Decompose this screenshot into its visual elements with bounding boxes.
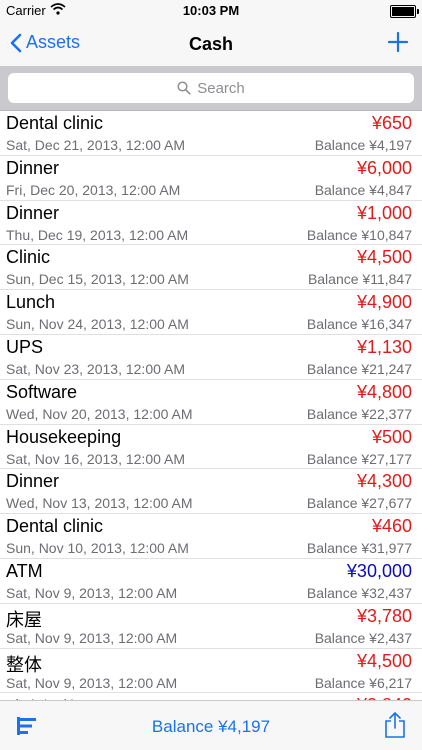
search-input[interactable]: Search	[8, 73, 414, 103]
transaction-row[interactable]: Dental clinic ¥650 Sat, Dec 21, 2013, 12:0…	[0, 111, 422, 156]
page-title: Cash	[188, 34, 233, 54]
transaction-date: Sat, Dec 21, 2013, 12:00 AM	[6, 137, 186, 153]
transaction-amount: ¥4,300	[356, 471, 412, 492]
bottom-toolbar: Balance ¥4,197	[0, 700, 422, 750]
transaction-amount: ¥500	[371, 426, 412, 447]
transaction-balance: Balance ¥22,377	[306, 405, 412, 422]
transaction-name: Clinic	[6, 247, 51, 268]
transaction-balance: Balance ¥6,217	[314, 674, 412, 691]
transaction-date: Wed, Nov 13, 2013, 12:00 AM	[6, 495, 193, 512]
transaction-name: UPS	[6, 336, 44, 357]
transaction-date: Thu, Dec 19, 2013, 12:00 AM	[6, 226, 189, 243]
transaction-name: Software	[6, 381, 78, 402]
transaction-balance: Balance ¥11,847	[307, 271, 412, 288]
transaction-row[interactable]: Dinner ¥6,000 Fri, Dec 20, 2013, 12:00 AM B…	[0, 156, 422, 201]
search-icon	[177, 81, 191, 95]
transaction-balance: Balance ¥16,347	[306, 316, 412, 333]
transaction-list: Dental clinic ¥650 Sat, Dec 21, 2013, 12:0…	[0, 111, 422, 701]
status-time: 10:03 PM	[182, 3, 240, 18]
transaction-balance: Balance ¥27,677	[306, 495, 412, 512]
transaction-name: Dental clinic	[6, 516, 104, 537]
transaction-amount: ¥6,000	[356, 157, 412, 178]
transaction-name: Dinner	[6, 157, 60, 178]
transaction-amount: ¥460	[371, 516, 412, 537]
transaction-name: 床屋	[6, 609, 42, 630]
transaction-name: Dinner	[6, 471, 60, 492]
transaction-balance: Balance ¥32,437	[306, 584, 412, 601]
transaction-date: Fri, Dec 20, 2013, 12:00 AM	[6, 181, 181, 198]
add-button[interactable]	[384, 28, 412, 56]
transaction-amount: ¥4,800	[356, 381, 412, 402]
transaction-row[interactable]: UPS ¥1,130 Sat, Nov 23, 2013, 12:00 AM Bala…	[0, 335, 422, 380]
transaction-row[interactable]: Dinner ¥1,000 Thu, Dec 19, 2013, 12:00 AM B…	[0, 201, 422, 246]
transaction-balance: Balance ¥10,847	[306, 226, 412, 243]
transaction-date: Sat, Nov 23, 2013, 12:00 AM	[6, 360, 186, 377]
transaction-amount: ¥4,500	[356, 247, 412, 268]
transaction-amount: ¥650	[371, 113, 412, 133]
transaction-amount: ¥30,000	[346, 560, 412, 581]
search-placeholder: Search	[197, 79, 245, 97]
transaction-name: Housekeeping	[6, 426, 122, 447]
transaction-date: Sun, Dec 15, 2013, 12:00 AM	[6, 271, 189, 288]
search-bar: Search	[0, 66, 422, 111]
transaction-row[interactable]: Clinic ¥4,500 Sun, Dec 15, 2013, 12:00 AM B…	[0, 245, 422, 291]
transaction-name: Dental clinic	[6, 113, 104, 133]
transaction-amount: ¥4,900	[356, 292, 412, 313]
share-button[interactable]	[384, 711, 406, 739]
transaction-name: ATM	[6, 560, 43, 581]
transaction-date: Sun, Nov 10, 2013, 12:00 AM	[6, 540, 189, 557]
status-bar: Carrier 10:03 PM	[0, 0, 422, 22]
battery-icon	[390, 5, 419, 18]
transaction-balance: Balance ¥21,247	[306, 360, 412, 377]
transaction-balance: Balance ¥2,437	[314, 629, 412, 646]
transaction-date: Sat, Nov 9, 2013, 12:00 AM	[6, 584, 178, 601]
transaction-name: Dinner	[6, 202, 60, 223]
transaction-row[interactable]: Housekeeping ¥500 Sat, Nov 16, 2013, 12:00…	[0, 425, 422, 470]
transaction-row[interactable]: ATM ¥30,000 Sat, Nov 9, 2013, 12:00 AM Bala…	[0, 559, 422, 604]
share-icon	[385, 712, 405, 738]
plus-icon	[387, 31, 409, 53]
transaction-row[interactable]: Dinner ¥4,300 Wed, Nov 13, 2013, 12:00 AM B…	[0, 469, 422, 515]
transaction-amount: ¥3,780	[356, 605, 412, 626]
footer-balance[interactable]: Balance ¥4,197	[0, 717, 422, 737]
transaction-row[interactable]: 床屋 ¥3,780 Sat, Nov 9, 2013, 12:00 AM Balanc…	[0, 604, 422, 649]
transaction-balance: Balance ¥27,177	[306, 450, 412, 467]
transaction-amount: ¥1,000	[356, 202, 412, 223]
transaction-balance: Balance ¥31,977	[306, 540, 412, 557]
transaction-name: 整体	[6, 654, 42, 675]
navigation-bar: Assets Cash	[0, 22, 422, 66]
transaction-date: Sat, Nov 9, 2013, 12:00 AM	[6, 629, 178, 646]
transaction-date: Sat, Nov 9, 2013, 12:00 AM	[6, 674, 178, 691]
transaction-balance: Balance ¥4,197	[314, 137, 412, 153]
transaction-name: Lunch	[6, 292, 56, 313]
transaction-row[interactable]: Dental clinic ¥460 Sun, Nov 10, 2013, 12:0…	[0, 514, 422, 559]
transaction-row[interactable]: Software ¥4,800 Wed, Nov 20, 2013, 12:00 A…	[0, 380, 422, 425]
transaction-balance: Balance ¥4,847	[314, 181, 412, 198]
transaction-row[interactable]: Lunch ¥4,900 Sun, Nov 24, 2013, 12:00 AM Ba…	[0, 290, 422, 335]
transaction-row[interactable]: 整体 ¥4,500 Sat, Nov 9, 2013, 12:00 AM Balanc…	[0, 649, 422, 694]
transaction-amount: ¥1,130	[356, 336, 412, 357]
transaction-date: Sun, Nov 24, 2013, 12:00 AM	[6, 316, 189, 333]
transaction-date: Wed, Nov 20, 2013, 12:00 AM	[6, 405, 193, 422]
transaction-amount: ¥4,500	[356, 650, 412, 671]
transaction-date: Sat, Nov 16, 2013, 12:00 AM	[6, 450, 186, 467]
